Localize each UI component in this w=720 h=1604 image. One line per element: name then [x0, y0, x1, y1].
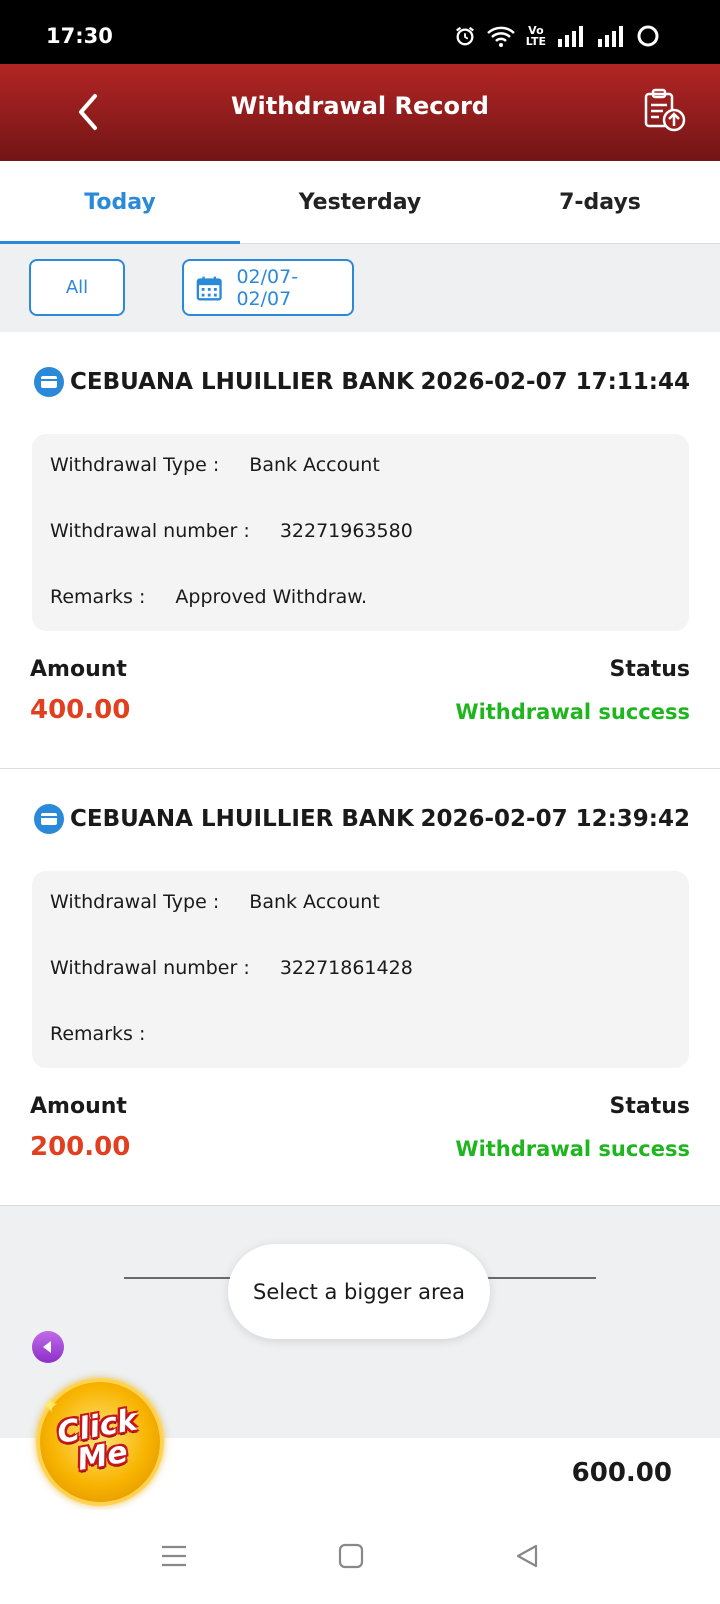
alarm-icon	[455, 26, 474, 46]
tabs: Today Yesterday 7-days	[0, 161, 720, 244]
play-left-icon	[43, 1341, 51, 1353]
date-range-text: 02/07- 02/07	[236, 265, 299, 310]
amount-value: 200.00	[30, 1132, 131, 1162]
bank-name-text: CEBUANA LHUILLIER BANK	[70, 369, 414, 395]
amount-label: Amount	[30, 1094, 127, 1119]
filter-all-button[interactable]: All	[29, 259, 125, 316]
record-time: 2026-02-07 17:11:44	[420, 369, 690, 395]
total-amount: 600.00	[571, 1458, 672, 1488]
status-value: Withdrawal success	[455, 700, 690, 724]
record-time: 2026-02-07 12:39:42	[420, 806, 690, 832]
withdrawal-type-row: Withdrawal Type : Bank Account	[50, 891, 380, 913]
filter-bar: All 02/07- 02/07	[0, 244, 720, 332]
withdrawal-type-label: Withdrawal Type :	[50, 454, 220, 476]
signal-icon	[558, 26, 583, 47]
amount-value: 400.00	[30, 695, 131, 725]
remarks-label: Remarks :	[50, 1023, 146, 1045]
withdrawal-type-value: Bank Account	[249, 891, 380, 913]
header: Withdrawal Record	[0, 64, 720, 161]
volte-indicator: Vo LTE	[526, 25, 546, 47]
tab-yesterday[interactable]: Yesterday	[240, 161, 480, 244]
wifi-icon	[486, 26, 515, 47]
tab-today[interactable]: Today	[0, 161, 240, 244]
withdrawal-type-value: Bank Account	[249, 454, 380, 476]
remarks-row: Remarks :	[50, 1023, 175, 1045]
bank-name-text: CEBUANA LHUILLIER BANK	[70, 806, 414, 832]
withdrawal-type-row: Withdrawal Type : Bank Account	[50, 454, 380, 476]
back-triangle-icon	[516, 1544, 538, 1568]
toast-message: Select a bigger area	[228, 1244, 490, 1339]
system-back-button[interactable]	[507, 1536, 547, 1576]
status-label: Status	[609, 657, 690, 682]
system-nav-bar	[0, 1510, 720, 1604]
record-header: CEBUANA LHUILLIER BANK 2026-02-07 12:39:…	[34, 801, 690, 837]
calendar-icon	[196, 276, 222, 301]
remarks-row: Remarks : Approved Withdraw.	[50, 586, 367, 608]
withdrawal-number-row: Withdrawal number : 32271963580	[50, 520, 413, 542]
status-value: Withdrawal success	[455, 1137, 690, 1161]
upload-record-button[interactable]	[640, 86, 696, 142]
withdrawal-number-label: Withdrawal number :	[50, 957, 250, 979]
status-label: Status	[609, 1094, 690, 1119]
recent-apps-button[interactable]	[154, 1536, 194, 1576]
remarks-value: Approved Withdraw.	[175, 586, 368, 608]
page-title: Withdrawal Record	[231, 92, 489, 120]
sparkle-icon: ✦	[39, 1392, 62, 1421]
signal-icon-2	[598, 26, 623, 47]
detail-box: Withdrawal Type : Bank Account Withdrawa…	[32, 871, 689, 1068]
record-header: CEBUANA LHUILLIER BANK 2026-02-07 17:11:…	[34, 364, 690, 400]
remarks-label: Remarks :	[50, 586, 146, 608]
bank-name: CEBUANA LHUILLIER BANK	[34, 367, 414, 397]
date-range-picker[interactable]: 02/07- 02/07	[182, 259, 354, 316]
withdrawal-record[interactable]: CEBUANA LHUILLIER BANK 2026-02-07 12:39:…	[0, 769, 720, 1206]
divider-line-left	[124, 1277, 234, 1279]
amount-label: Amount	[30, 657, 127, 682]
status-bar: 17:30 Vo LTE	[0, 0, 720, 64]
withdrawal-number-row: Withdrawal number : 32271861428	[50, 957, 413, 979]
withdrawal-number-value: 32271963580	[279, 520, 413, 542]
status-icons: Vo LTE	[454, 24, 660, 48]
bank-name: CEBUANA LHUILLIER BANK	[34, 804, 414, 834]
home-button[interactable]	[331, 1536, 371, 1576]
withdrawal-number-value: 32271861428	[279, 957, 413, 979]
status-time: 17:30	[46, 24, 113, 48]
battery-icon	[637, 25, 659, 47]
withdrawal-type-label: Withdrawal Type :	[50, 891, 220, 913]
withdrawal-record[interactable]: CEBUANA LHUILLIER BANK 2026-02-07 17:11:…	[0, 332, 720, 769]
detail-box: Withdrawal Type : Bank Account Withdrawa…	[32, 434, 689, 631]
bank-icon	[34, 367, 64, 397]
menu-icon	[162, 1545, 186, 1567]
withdrawal-number-label: Withdrawal number :	[50, 520, 250, 542]
click-me-line2: Me	[74, 1434, 131, 1478]
upload-record-icon	[644, 88, 686, 132]
bank-icon	[34, 804, 64, 834]
home-square-icon	[338, 1543, 364, 1569]
tab-7-days[interactable]: 7-days	[480, 161, 720, 244]
divider-line-right	[486, 1277, 596, 1279]
side-collapse-button[interactable]	[32, 1331, 64, 1363]
volte-bottom: LTE	[525, 35, 546, 48]
